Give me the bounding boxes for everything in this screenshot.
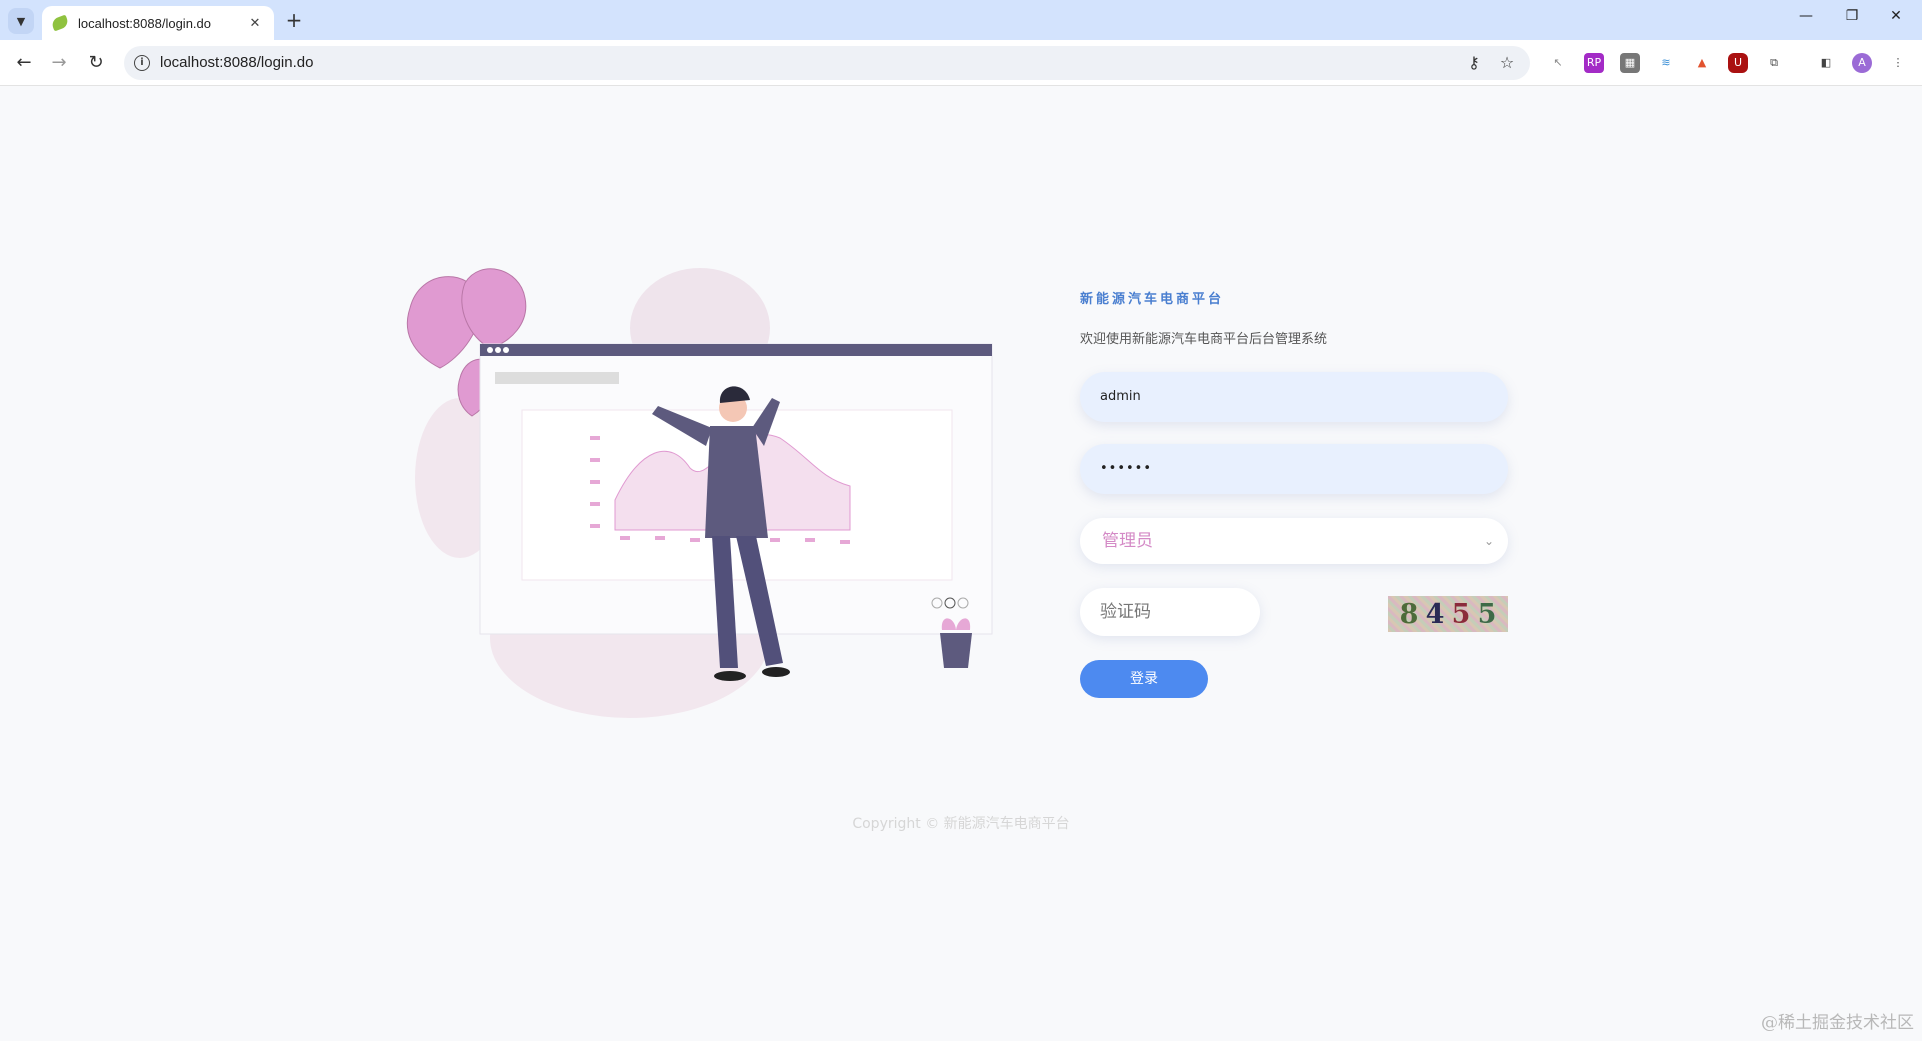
- window-titlebar-graphic: [480, 344, 992, 356]
- tab-close-icon[interactable]: ✕: [246, 16, 264, 31]
- close-window-button[interactable]: ✕: [1876, 8, 1916, 32]
- chevron-down-icon: ⌄: [1483, 534, 1494, 548]
- captcha-input[interactable]: 验证码: [1080, 588, 1260, 636]
- extension-shield-icon[interactable]: U: [1728, 53, 1748, 73]
- minimize-button[interactable]: —: [1786, 8, 1826, 32]
- hero-illustration: [406, 268, 993, 718]
- username-input[interactable]: admin: [1080, 372, 1508, 422]
- captcha-digit: 5: [1477, 598, 1497, 630]
- restore-button[interactable]: ❐: [1832, 8, 1872, 32]
- copyright-text: Copyright © 新能源汽车电商平台: [852, 816, 1070, 832]
- brand-title: 新能源汽车电商平台: [1080, 292, 1225, 307]
- menu-kebab-icon[interactable]: ⋮: [1888, 53, 1908, 73]
- login-form: 新能源汽车电商平台 欢迎使用新能源汽车电商平台后台管理系统 admin ••••…: [1080, 288, 1510, 698]
- site-info-icon[interactable]: i: [134, 55, 150, 71]
- browser-tab-bar: ▼ localhost:8088/login.do ✕ + — ❐ ✕: [0, 0, 1922, 40]
- extension-layers-icon[interactable]: ≋: [1656, 53, 1676, 73]
- watermark-text: @稀土掘金技术社区: [1761, 1013, 1914, 1033]
- role-selected-value: 管理员: [1102, 531, 1153, 551]
- login-button[interactable]: 登录: [1080, 660, 1208, 698]
- forward-arrow-icon[interactable]: →: [45, 49, 73, 77]
- captcha-digit: 8: [1399, 598, 1419, 630]
- side-panel-icon[interactable]: ◧: [1816, 53, 1836, 73]
- role-select[interactable]: 管理员 ⌄: [1080, 518, 1508, 564]
- extensions-puzzle-icon[interactable]: ⧉: [1764, 53, 1784, 73]
- address-bar[interactable]: i localhost:8088/login.do ⚷ ☆: [124, 46, 1530, 80]
- tab-title: localhost:8088/login.do: [78, 15, 211, 31]
- captcha-digit: 5: [1451, 598, 1471, 630]
- extension-cursor-icon[interactable]: ↖: [1548, 53, 1568, 73]
- url-text[interactable]: localhost:8088/login.do: [160, 54, 313, 71]
- password-input[interactable]: ••••••: [1080, 444, 1508, 494]
- reload-icon[interactable]: ↻: [82, 49, 110, 77]
- extension-rp-icon[interactable]: RP: [1584, 53, 1604, 73]
- tab-list-chevron-icon[interactable]: ▼: [8, 8, 34, 34]
- back-arrow-icon[interactable]: ←: [10, 49, 38, 77]
- captcha-image[interactable]: 8 4 5 5: [1388, 596, 1508, 632]
- captcha-digit: 4: [1425, 598, 1445, 630]
- new-tab-button[interactable]: +: [282, 9, 306, 33]
- welcome-text: 欢迎使用新能源汽车电商平台后台管理系统: [1080, 332, 1328, 347]
- profile-avatar[interactable]: A: [1852, 53, 1872, 73]
- extension-warning-icon[interactable]: ▲: [1692, 53, 1712, 73]
- browser-toolbar: ← → ↻ i localhost:8088/login.do ⚷ ☆ ↖ RP…: [0, 40, 1922, 86]
- title-placeholder-bar: [495, 372, 619, 384]
- leaf-favicon-icon: [50, 14, 70, 32]
- key-icon[interactable]: ⚷: [1464, 53, 1484, 73]
- bookmark-star-icon[interactable]: ☆: [1497, 53, 1517, 73]
- browser-tab[interactable]: localhost:8088/login.do ✕: [42, 6, 274, 40]
- extension-grid-icon[interactable]: ▦: [1620, 53, 1640, 73]
